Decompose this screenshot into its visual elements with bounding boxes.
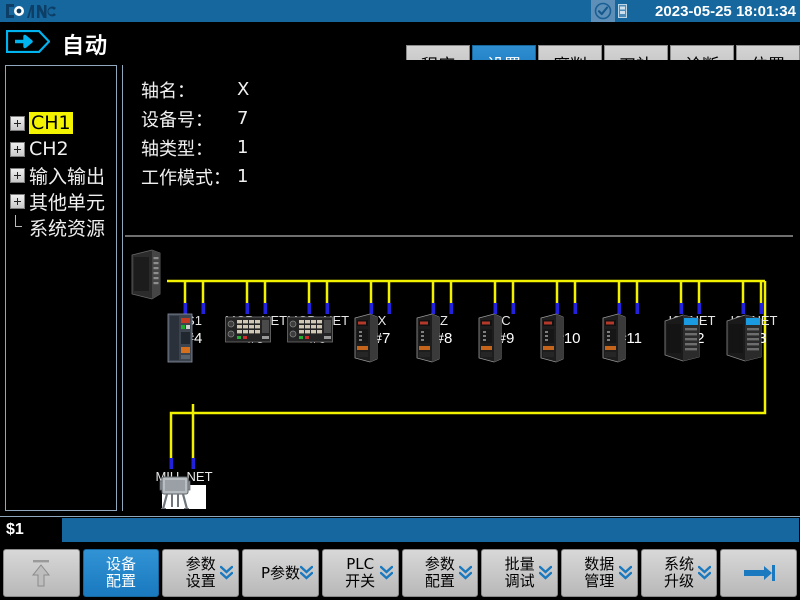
info-row-axis-type: 轴类型： 1: [141, 133, 249, 162]
info-key: 工作模式：: [141, 164, 237, 190]
info-value: 1: [237, 137, 248, 158]
chevron-down-icon: [619, 565, 632, 581]
device-node-14[interactable]: MIU_NET: [153, 469, 215, 509]
status-channel-label: $1: [0, 521, 62, 539]
device-node-5[interactable]: MCP_NET: [225, 313, 287, 347]
fnbtn-p-parameter[interactable]: P参数: [242, 549, 319, 597]
main-content-area: CH1 CH2 输入输出 其他单元 系统资源: [0, 60, 800, 516]
cnc-hmi-screen: 2023-05-25 18:01:34 自动 程序 设置 磨削 刀补 诊断 位置: [0, 0, 800, 600]
device-node-4[interactable]: S1 #4: [165, 313, 223, 347]
info-key: 设备号：: [141, 106, 237, 132]
expand-plus-icon[interactable]: [10, 116, 25, 131]
next-page-arrow-icon: [742, 563, 776, 583]
arrow-right-badge-icon: [6, 30, 50, 53]
sidebar-item-label: CH2: [29, 138, 69, 160]
device-node-6[interactable]: MCP_NET: [287, 313, 349, 347]
device-tree-panel[interactable]: CH1 CH2 输入输出 其他单元 系统资源: [5, 65, 117, 511]
fnbtn-label: 设备 配置: [106, 556, 136, 590]
device-node-8[interactable]: Z: [415, 313, 473, 347]
fnbtn-plc-switch[interactable]: PLC 开关: [322, 549, 399, 597]
expand-plus-icon[interactable]: [10, 142, 25, 157]
mode-and-tabs-row: 自动 程序 设置 磨削 刀补 诊断 位置: [0, 22, 800, 60]
device-node-10[interactable]: #10: [539, 313, 597, 347]
sidebar-item-ch2[interactable]: CH2: [6, 136, 117, 162]
mode-label: 自动: [62, 28, 108, 60]
sidebar-item-ch1[interactable]: CH1: [6, 110, 117, 136]
sidebar-item-system-resource[interactable]: 系统资源: [6, 214, 117, 240]
fnbtn-batch-debug[interactable]: 批量 调试: [481, 549, 558, 597]
fnbtn-label: 参数 配置: [425, 556, 455, 590]
next-page-button[interactable]: [720, 549, 797, 597]
chevron-down-icon: [380, 565, 393, 581]
function-button-bar[interactable]: 设备 配置 参数 设置 P参数 PLC 开关: [0, 546, 800, 600]
fnbtn-data-management[interactable]: 数据 管理: [561, 549, 638, 597]
device-node-12[interactable]: IO_NET: [663, 313, 721, 347]
fnbtn-label: 数据 管理: [584, 556, 614, 590]
fnbtn-system-upgrade[interactable]: 系统 升级: [641, 549, 718, 597]
cnc-brand-logo: [4, 2, 68, 20]
section-divider: [125, 235, 793, 237]
status-message-field[interactable]: [62, 518, 799, 542]
info-value: X: [237, 79, 249, 100]
device-node-13[interactable]: IO_NET: [725, 313, 783, 347]
back-up-button[interactable]: [3, 549, 80, 597]
device-node-11[interactable]: #11: [601, 313, 659, 347]
miu-net-icon: [162, 485, 206, 509]
expand-plus-icon[interactable]: [10, 168, 25, 183]
chevron-down-icon: [459, 565, 472, 581]
datetime-display: 2023-05-25 18:01:34: [655, 3, 796, 20]
device-node-7[interactable]: X: [353, 313, 411, 347]
info-row-device-number: 设备号： 7: [141, 104, 249, 133]
fnbtn-label: 批量 调试: [505, 556, 535, 590]
fnbtn-label: P参数: [261, 565, 300, 582]
fnbtn-parameter-settings[interactable]: 参数 设置: [162, 549, 239, 597]
fnbtn-label: 参数 设置: [186, 556, 216, 590]
info-key: 轴类型：: [141, 135, 237, 161]
sidebar-item-label: 输入输出: [29, 162, 105, 189]
chevron-down-icon: [300, 565, 313, 581]
chevron-down-icon: [220, 565, 233, 581]
chevron-down-icon: [698, 565, 711, 581]
battery-icon: [615, 0, 629, 22]
fnbtn-parameter-config[interactable]: 参数 配置: [402, 549, 479, 597]
status-icon-group: [591, 0, 629, 22]
sidebar-item-other-units[interactable]: 其他单元: [6, 188, 117, 214]
fnbtn-label: PLC 开关: [345, 556, 375, 590]
axis-info-and-topology-panel: 轴名： X 设备号： 7 轴类型： 1 工作模式： 1: [122, 65, 795, 511]
status-bar: $1: [0, 516, 800, 542]
fnbtn-label: 系统 升级: [664, 556, 694, 590]
info-key: 轴名：: [141, 77, 237, 103]
device-node-9[interactable]: C: [477, 313, 535, 347]
sidebar-item-label: 系统资源: [29, 214, 105, 241]
chevron-down-icon: [539, 565, 552, 581]
sidebar-item-io[interactable]: 输入输出: [6, 162, 117, 188]
info-row-axis-name: 轴名： X: [141, 75, 249, 104]
sidebar-item-label: 其他单元: [29, 188, 105, 215]
device-tree[interactable]: CH1 CH2 输入输出 其他单元 系统资源: [6, 110, 117, 240]
info-value: 7: [237, 108, 248, 129]
sidebar-item-label: CH1: [29, 112, 73, 134]
bus-wiring: [125, 241, 793, 509]
info-row-work-mode: 工作模式： 1: [141, 162, 249, 191]
fnbtn-device-config[interactable]: 设备 配置: [83, 549, 160, 597]
up-arrow-icon: [28, 558, 54, 588]
axis-info-block: 轴名： X 设备号： 7 轴类型： 1 工作模式： 1: [141, 75, 249, 191]
expand-plus-icon[interactable]: [10, 194, 25, 209]
network-topology-diagram: S1 #4: [125, 241, 793, 509]
info-value: 1: [237, 166, 248, 187]
check-circle-icon: [591, 0, 615, 22]
title-bar: 2023-05-25 18:01:34: [0, 0, 800, 22]
tree-branch-icon: [10, 220, 25, 235]
